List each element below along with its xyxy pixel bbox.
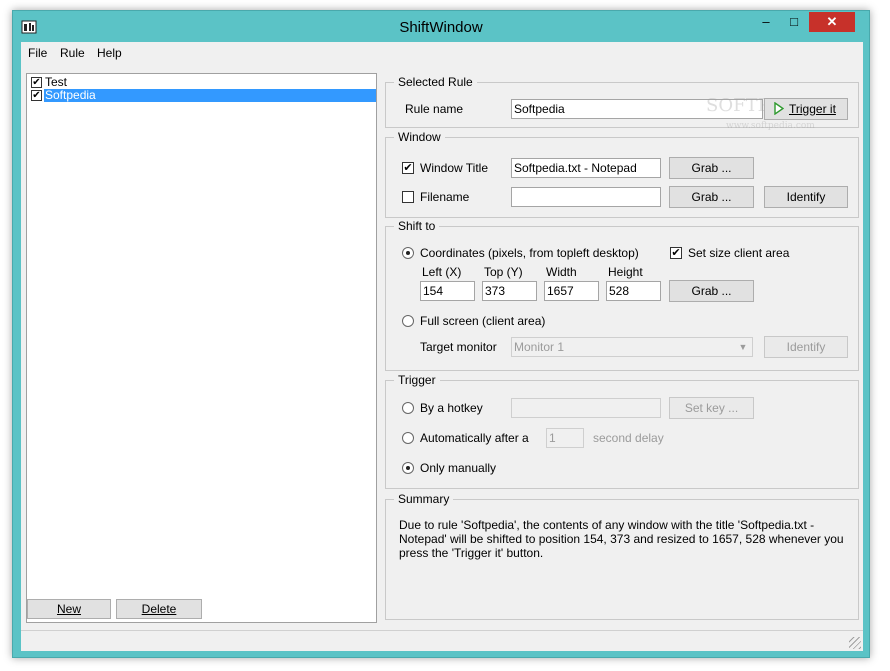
group-title: Shift to: [394, 219, 440, 233]
coordinates-label: Coordinates (pixels, from topleft deskto…: [420, 246, 639, 260]
summary-group: Summary Due to rule 'Softpedia', the con…: [385, 492, 859, 620]
grab-coordinates-button[interactable]: Grab ...: [669, 280, 754, 302]
automatic-label: Automatically after a: [420, 431, 529, 445]
menu-help[interactable]: Help: [97, 46, 122, 60]
window-title-checkbox[interactable]: ✔: [402, 162, 414, 174]
selected-rule-group: Selected Rule Rule name Softpedia SOFTPE…: [385, 75, 859, 131]
resize-grip-icon[interactable]: [849, 637, 861, 649]
window-title-label: Window Title: [420, 161, 489, 175]
fullscreen-label: Full screen (client area): [420, 314, 546, 328]
height-label: Height: [608, 265, 643, 279]
menu-bar: File Rule Help: [21, 42, 863, 64]
app-window: ShiftWindow – □ ✕ File Rule Help ✔ Test …: [12, 10, 870, 658]
filename-input[interactable]: [511, 187, 661, 207]
summary-text: Due to rule 'Softpedia', the contents of…: [399, 518, 844, 560]
height-input[interactable]: 528: [606, 281, 661, 301]
hotkey-label: By a hotkey: [420, 401, 483, 415]
delay-input[interactable]: 1: [546, 428, 584, 448]
hotkey-radio[interactable]: [402, 402, 414, 414]
window-title-input[interactable]: Softpedia.txt - Notepad: [511, 158, 661, 178]
hotkey-input[interactable]: [511, 398, 661, 418]
left-label: Left (X): [422, 265, 462, 279]
rules-list[interactable]: ✔ Test ✔ Softpedia: [26, 73, 377, 623]
manual-radio[interactable]: [402, 462, 414, 474]
rule-name-label: Rule name: [405, 102, 464, 116]
filename-checkbox[interactable]: [402, 191, 414, 203]
target-monitor-value: Monitor 1: [514, 340, 565, 354]
maximize-button[interactable]: □: [781, 12, 807, 32]
client-area: File Rule Help ✔ Test ✔ Softpedia New De…: [21, 42, 863, 651]
width-input[interactable]: 1657: [544, 281, 599, 301]
rule-checkbox[interactable]: ✔: [31, 90, 42, 101]
rule-checkbox[interactable]: ✔: [31, 77, 42, 88]
window-title: ShiftWindow: [399, 19, 483, 36]
grab-filename-button[interactable]: Grab ...: [669, 186, 754, 208]
group-title: Trigger: [394, 373, 440, 387]
target-monitor-label: Target monitor: [420, 340, 497, 354]
trigger-group: Trigger By a hotkey Set key ... Automati…: [385, 373, 859, 489]
width-label: Width: [546, 265, 577, 279]
coordinates-radio[interactable]: [402, 247, 414, 259]
trigger-it-button[interactable]: Trigger it: [764, 98, 848, 120]
menu-rule[interactable]: Rule: [60, 46, 85, 60]
menu-file[interactable]: File: [28, 46, 47, 60]
chevron-down-icon: ▼: [738, 342, 748, 352]
set-size-label: Set size client area: [688, 246, 790, 260]
identify-button[interactable]: Identify: [764, 186, 848, 208]
list-item[interactable]: ✔ Softpedia: [30, 89, 376, 103]
group-title: Summary: [394, 492, 454, 506]
set-size-checkbox[interactable]: ✔: [670, 247, 682, 259]
set-key-button[interactable]: Set key ...: [669, 397, 754, 419]
filename-label: Filename: [420, 190, 470, 204]
identify-monitor-button[interactable]: Identify: [764, 336, 848, 358]
group-title: Selected Rule: [394, 75, 477, 89]
watermark-url: www.softpedia.com: [726, 121, 815, 131]
title-bar[interactable]: ShiftWindow – □ ✕: [13, 11, 869, 43]
target-monitor-select[interactable]: Monitor 1 ▼: [511, 337, 753, 357]
status-bar: [21, 630, 863, 651]
fullscreen-radio[interactable]: [402, 315, 414, 327]
automatic-radio[interactable]: [402, 432, 414, 444]
shift-to-group: Shift to Coordinates (pixels, from tople…: [385, 219, 859, 371]
rule-label: Softpedia: [44, 89, 376, 102]
top-label: Top (Y): [484, 265, 523, 279]
group-title: Window: [394, 130, 445, 144]
new-button[interactable]: New: [27, 599, 111, 619]
delay-suffix-label: second delay: [593, 431, 664, 445]
minimize-button[interactable]: –: [753, 12, 779, 32]
window-group: Window ✔ Window Title Softpedia.txt - No…: [385, 130, 859, 218]
grab-window-title-button[interactable]: Grab ...: [669, 157, 754, 179]
close-button[interactable]: ✕: [809, 12, 855, 32]
delete-button[interactable]: Delete: [116, 599, 202, 619]
left-input[interactable]: 154: [420, 281, 475, 301]
trigger-it-label: Trigger it: [789, 102, 836, 116]
top-input[interactable]: 373: [482, 281, 537, 301]
play-arrow-icon: [774, 101, 785, 120]
manual-label: Only manually: [420, 461, 497, 475]
